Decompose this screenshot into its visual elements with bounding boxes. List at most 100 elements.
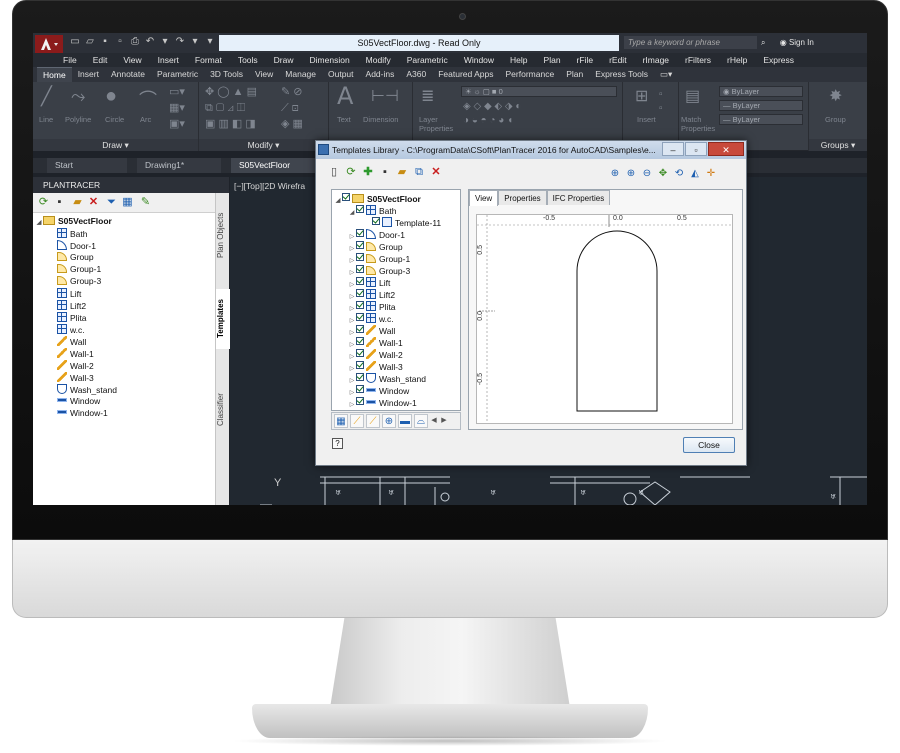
save-icon[interactable]: ▪	[53, 196, 66, 209]
pan-icon[interactable]: ✥	[657, 168, 669, 180]
menu-file[interactable]: File	[63, 53, 77, 67]
tab-a360[interactable]: A360	[400, 67, 432, 82]
menu-rhelp[interactable]: rHelp	[727, 53, 747, 67]
dimension-label[interactable]: Dimension	[363, 115, 398, 124]
checkbox-icon[interactable]	[356, 313, 364, 321]
origin-icon[interactable]: ✛	[705, 168, 717, 180]
ribbon-options-icon[interactable]: ▭▾	[654, 67, 678, 82]
tree-item[interactable]: ▷ Lift2	[348, 289, 395, 300]
tab-performance[interactable]: Performance	[500, 67, 561, 82]
application-menu-button[interactable]	[35, 35, 63, 53]
new-folder-icon[interactable]: ▰	[396, 166, 408, 178]
tree-item[interactable]: Wash_stand	[57, 384, 117, 395]
print-icon[interactable]: ⎙	[129, 36, 141, 48]
polyline-label[interactable]: Polyline	[65, 115, 91, 124]
table-icon[interactable]: ▦	[121, 196, 134, 209]
redo-icon[interactable]: ↷	[174, 36, 186, 48]
linetype-dropdown[interactable]: — ByLayer	[719, 114, 803, 125]
tree-item[interactable]: Wall-3	[57, 372, 94, 383]
new-template-icon[interactable]: ▯	[328, 166, 340, 178]
tree-root[interactable]: ◢ S05VectFloor	[35, 216, 112, 227]
sign-in[interactable]: ⌕ ◉ Sign In	[761, 36, 814, 49]
menu-modify[interactable]: Modify	[366, 53, 391, 67]
tree-item[interactable]: ▷ Group-3	[348, 265, 410, 276]
save-icon[interactable]: ▪	[379, 166, 391, 178]
template-type-wall-icon[interactable]: ⟋	[350, 414, 364, 428]
tree-item[interactable]: ▷ Window-1	[348, 397, 417, 408]
checkbox-icon[interactable]	[356, 289, 364, 297]
menu-view[interactable]: View	[123, 53, 141, 67]
tree-item[interactable]: ▷ Wall-3	[348, 361, 403, 372]
menu-plan[interactable]: Plan	[544, 53, 561, 67]
match-properties-icon[interactable]: ▤	[685, 86, 700, 106]
tree-root[interactable]: ◢ S05VectFloor	[334, 193, 421, 204]
new-folder-icon[interactable]: ▰	[71, 196, 84, 209]
mirror-icon[interactable]: ◭	[689, 168, 701, 180]
minimize-icon[interactable]: –	[662, 142, 684, 156]
binoculars-icon[interactable]: ⌕	[761, 38, 765, 47]
doc-tab-drawing1[interactable]: Drawing1*	[137, 158, 221, 173]
tab-parametric[interactable]: Parametric	[151, 67, 204, 82]
groups-group-label[interactable]: Groups ▾	[809, 139, 867, 151]
checkbox-icon[interactable]	[356, 265, 364, 273]
checkbox-icon[interactable]	[342, 193, 350, 201]
tree-item[interactable]: ▷ Wash_stand	[348, 373, 426, 384]
tree-item[interactable]: Wall	[57, 336, 86, 347]
template-type-column-icon[interactable]: ⊕	[382, 414, 396, 428]
text-label[interactable]: Text	[337, 115, 351, 124]
tab-express-tools[interactable]: Express Tools	[589, 67, 654, 82]
redo-dropdown-icon[interactable]: ▾	[189, 36, 201, 48]
checkbox-icon[interactable]	[356, 397, 364, 405]
modify-more-icons[interactable]: ✎ ⊘ ⟋ ⊡ ◈ ▦	[281, 84, 303, 132]
lineweight-dropdown[interactable]: — ByLayer	[719, 100, 803, 111]
polyline-icon[interactable]: ⤳	[71, 86, 85, 107]
tree-item-bath[interactable]: ◢ Bath	[348, 205, 397, 216]
line-label[interactable]: Line	[39, 115, 53, 124]
tree-item[interactable]: ▷ Window	[348, 385, 409, 396]
tree-item[interactable]: Group	[57, 252, 94, 263]
template-type-wall2-icon[interactable]: ⟋	[366, 414, 380, 428]
help-button[interactable]: ?	[332, 438, 343, 449]
close-button[interactable]: Close	[683, 437, 735, 453]
tab-insert[interactable]: Insert	[72, 67, 105, 82]
tab-featured-apps[interactable]: Featured Apps	[432, 67, 499, 82]
checkbox-icon[interactable]	[356, 253, 364, 261]
dimension-icon[interactable]: ⊢⊣	[371, 86, 399, 106]
arc-label[interactable]: Arc	[140, 115, 151, 124]
tree-item[interactable]: Wall-1	[57, 348, 94, 359]
open-icon[interactable]: ▱	[84, 36, 96, 48]
delete-icon[interactable]: ✕	[430, 166, 442, 178]
tree-item[interactable]: Window	[57, 396, 100, 407]
copy-icon[interactable]: ⧉	[413, 166, 425, 178]
tree-item[interactable]: w.c.	[57, 324, 85, 335]
menu-redit[interactable]: rEdit	[609, 53, 626, 67]
menu-help[interactable]: Help	[510, 53, 527, 67]
draw-more-icons[interactable]: ▭▾ ▦▾ ▣▾	[169, 84, 185, 132]
save-icon[interactable]: ▪	[99, 36, 111, 48]
customize-qat-icon[interactable]: ▾	[204, 36, 216, 48]
tab-view[interactable]: View	[469, 190, 499, 206]
menu-dimension[interactable]: Dimension	[310, 53, 350, 67]
tree-item[interactable]: Plita	[57, 312, 87, 323]
close-icon[interactable]: ✕	[708, 142, 744, 156]
line-icon[interactable]: ╱	[41, 86, 52, 107]
match-properties-label[interactable]: Match Properties	[681, 115, 715, 133]
tree-item[interactable]: Wall-2	[57, 360, 94, 371]
side-tab-classifier[interactable]: Classifier	[216, 379, 230, 441]
tree-item[interactable]: ▷ w.c.	[348, 313, 394, 324]
layer-tools-icons[interactable]: ◈ ◇ ◆ ⬖ ⬗ ◐ ◑ ◒ ◓ ◔ ◕ ◖	[463, 100, 521, 128]
side-tab-plan-objects[interactable]: Plan Objects	[216, 197, 230, 273]
checkbox-icon[interactable]	[356, 373, 364, 381]
template-type-window-icon[interactable]: ▬	[398, 414, 412, 428]
tab-output[interactable]: Output	[322, 67, 360, 82]
sign-in-label[interactable]: Sign In	[789, 38, 814, 47]
checkbox-icon[interactable]	[356, 385, 364, 393]
layer-dropdown[interactable]: ☀ ☼ ▢ ■ 0	[461, 86, 617, 97]
tab-home[interactable]: Home	[37, 67, 72, 82]
template-preview-canvas[interactable]: -0.5 0.0 0.5 0.5 0.0 -0.5	[476, 214, 733, 424]
checkbox-icon[interactable]	[356, 205, 364, 213]
menu-parametric[interactable]: Parametric	[407, 53, 448, 67]
dialog-title-bar[interactable]: Templates Library - C:\ProgramData\CSoft…	[316, 141, 746, 159]
zoom-out-icon[interactable]: ⊖	[641, 168, 653, 180]
insert-block-icon[interactable]: ⊞	[635, 86, 648, 106]
